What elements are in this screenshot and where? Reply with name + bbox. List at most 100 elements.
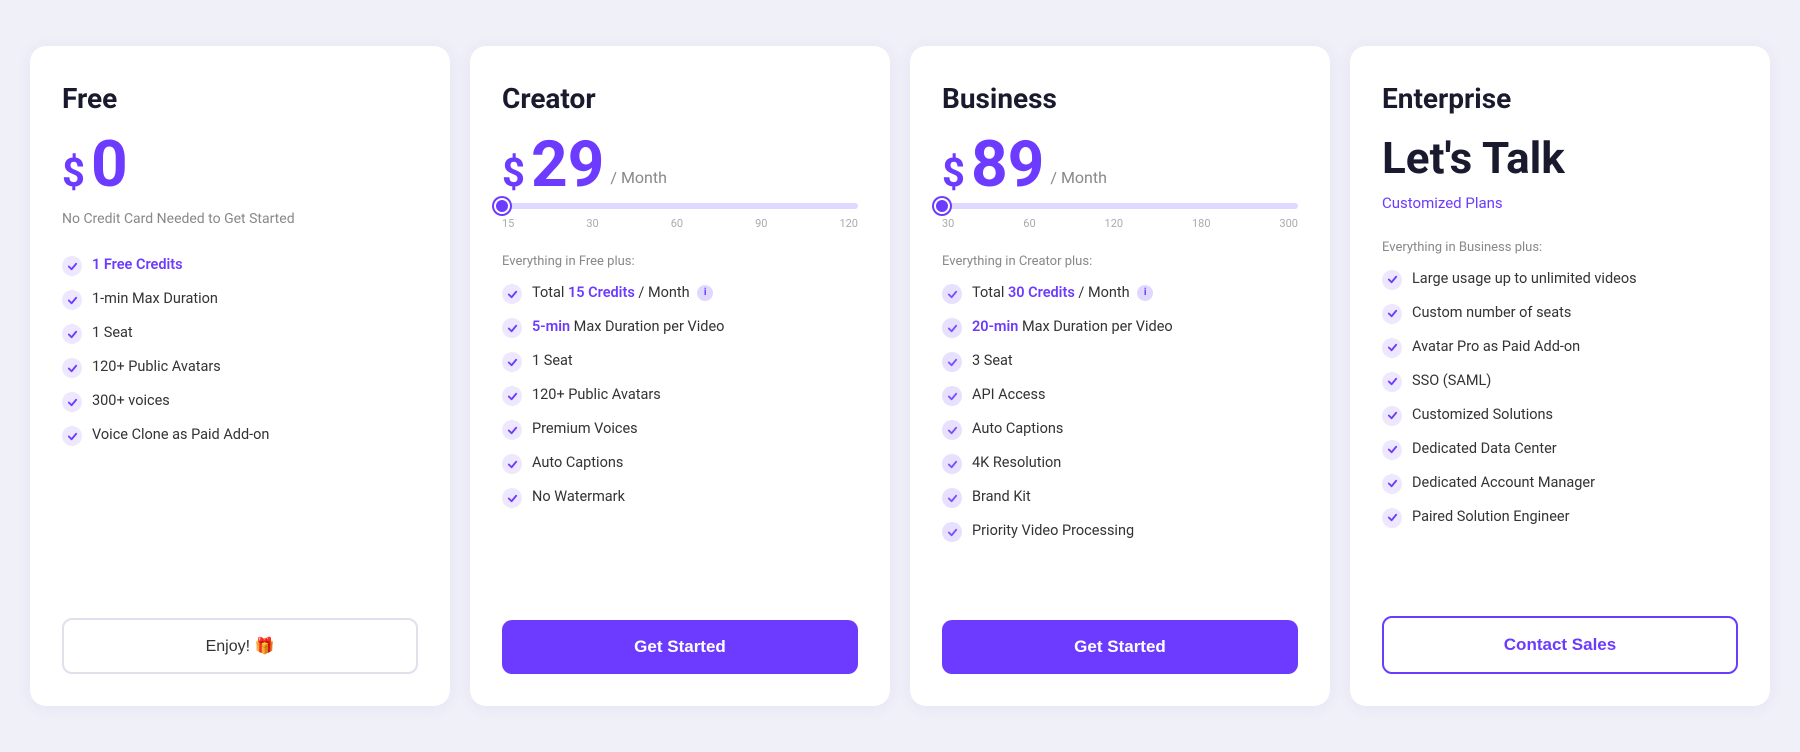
check-icon bbox=[942, 420, 962, 440]
business-slider-labels: 30 60 120 180 300 bbox=[942, 217, 1298, 230]
enterprise-section-label: Everything in Business plus: bbox=[1382, 240, 1738, 255]
creator-slider-labels: 15 30 60 90 120 bbox=[502, 217, 858, 230]
enterprise-feature-list: Large usage up to unlimited videos Custo… bbox=[1382, 269, 1738, 588]
business-slider-section: 30 60 120 180 300 bbox=[942, 203, 1298, 230]
check-icon bbox=[502, 352, 522, 372]
business-feature-1: Total 30 Credits / Month i bbox=[942, 283, 1298, 304]
enterprise-feature-4: SSO (SAML) bbox=[1382, 371, 1738, 392]
enterprise-title: Enterprise bbox=[1382, 82, 1738, 115]
check-icon bbox=[502, 454, 522, 474]
check-icon bbox=[942, 522, 962, 542]
free-price-note: No Credit Card Needed to Get Started bbox=[62, 211, 418, 227]
business-price-dollar: $ bbox=[942, 149, 965, 197]
enterprise-contact-sales-button[interactable]: Contact Sales bbox=[1382, 616, 1738, 674]
business-feature-3: 3 Seat bbox=[942, 351, 1298, 372]
check-icon bbox=[502, 420, 522, 440]
free-feature-1: 1 Free Credits bbox=[62, 255, 418, 276]
free-title: Free bbox=[62, 82, 418, 115]
check-icon bbox=[62, 426, 82, 446]
creator-feature-4: 120+ Public Avatars bbox=[502, 385, 858, 406]
enterprise-feature-3: Avatar Pro as Paid Add-on bbox=[1382, 337, 1738, 358]
check-icon bbox=[502, 318, 522, 338]
check-icon bbox=[1382, 440, 1402, 460]
free-feature-5: 300+ voices bbox=[62, 391, 418, 412]
enterprise-feature-1: Large usage up to unlimited videos bbox=[1382, 269, 1738, 290]
free-feature-list: 1 Free Credits 1-min Max Duration 1 Seat… bbox=[62, 255, 418, 525]
check-icon bbox=[1382, 270, 1402, 290]
free-enjoy-button[interactable]: Enjoy! 🎁 bbox=[62, 618, 418, 674]
creator-slider-track[interactable] bbox=[502, 203, 858, 209]
creator-feature-5: Premium Voices bbox=[502, 419, 858, 440]
free-price-dollar: $ bbox=[62, 149, 85, 197]
business-price-number: 89 bbox=[971, 133, 1044, 197]
creator-section-label: Everything in Free plus: bbox=[502, 254, 858, 269]
creator-feature-7: No Watermark bbox=[502, 487, 858, 508]
pricing-container: Free $ 0 No Credit Card Needed to Get St… bbox=[20, 46, 1780, 706]
creator-price-row: $ 29 / Month bbox=[502, 133, 858, 197]
check-icon bbox=[502, 386, 522, 406]
check-icon bbox=[1382, 474, 1402, 494]
creator-get-started-button[interactable]: Get Started bbox=[502, 620, 858, 674]
free-feature-4: 120+ Public Avatars bbox=[62, 357, 418, 378]
check-icon bbox=[62, 324, 82, 344]
creator-card: Creator $ 29 / Month 15 30 60 90 120 Eve… bbox=[470, 46, 890, 706]
creator-price-dollar: $ bbox=[502, 149, 525, 197]
business-feature-4: API Access bbox=[942, 385, 1298, 406]
creator-feature-3: 1 Seat bbox=[502, 351, 858, 372]
check-icon bbox=[62, 392, 82, 412]
creator-feature-6: Auto Captions bbox=[502, 453, 858, 474]
enterprise-card: Enterprise Let's Talk Customized Plans E… bbox=[1350, 46, 1770, 706]
business-feature-2: 20-min Max Duration per Video bbox=[942, 317, 1298, 338]
business-slider-track[interactable] bbox=[942, 203, 1298, 209]
check-icon bbox=[942, 386, 962, 406]
free-feature-3: 1 Seat bbox=[62, 323, 418, 344]
business-card: Business $ 89 / Month 30 60 120 180 300 … bbox=[910, 46, 1330, 706]
check-icon bbox=[942, 454, 962, 474]
check-icon bbox=[62, 290, 82, 310]
check-icon bbox=[62, 256, 82, 276]
creator-slider-thumb[interactable] bbox=[494, 198, 510, 214]
creator-price-period: / Month bbox=[610, 168, 667, 187]
enterprise-lets-talk: Let's Talk bbox=[1382, 133, 1738, 184]
creator-feature-2: 5-min Max Duration per Video bbox=[502, 317, 858, 338]
check-icon bbox=[942, 352, 962, 372]
check-icon bbox=[942, 318, 962, 338]
business-section-label: Everything in Creator plus: bbox=[942, 254, 1298, 269]
business-title: Business bbox=[942, 82, 1298, 115]
check-icon bbox=[502, 488, 522, 508]
check-icon bbox=[942, 488, 962, 508]
creator-feature-list: Total 15 Credits / Month i 5-min Max Dur… bbox=[502, 283, 858, 592]
enterprise-feature-6: Dedicated Data Center bbox=[1382, 439, 1738, 460]
business-feature-6: 4K Resolution bbox=[942, 453, 1298, 474]
creator-title: Creator bbox=[502, 82, 858, 115]
free-price-number: 0 bbox=[91, 133, 128, 197]
check-icon bbox=[1382, 508, 1402, 528]
business-credits-info-icon[interactable]: i bbox=[1137, 285, 1153, 301]
check-icon bbox=[502, 284, 522, 304]
free-feature-6: Voice Clone as Paid Add-on bbox=[62, 425, 418, 446]
business-feature-list: Total 30 Credits / Month i 20-min Max Du… bbox=[942, 283, 1298, 592]
check-icon bbox=[62, 358, 82, 378]
business-feature-7: Brand Kit bbox=[942, 487, 1298, 508]
check-icon bbox=[942, 284, 962, 304]
free-card: Free $ 0 No Credit Card Needed to Get St… bbox=[30, 46, 450, 706]
free-price-row: $ 0 bbox=[62, 133, 418, 197]
credits-info-icon[interactable]: i bbox=[697, 285, 713, 301]
business-slider-thumb[interactable] bbox=[934, 198, 950, 214]
business-price-row: $ 89 / Month bbox=[942, 133, 1298, 197]
enterprise-feature-5: Customized Solutions bbox=[1382, 405, 1738, 426]
creator-slider-section: 15 30 60 90 120 bbox=[502, 203, 858, 230]
check-icon bbox=[1382, 406, 1402, 426]
business-price-period: / Month bbox=[1050, 168, 1107, 187]
business-get-started-button[interactable]: Get Started bbox=[942, 620, 1298, 674]
business-feature-5: Auto Captions bbox=[942, 419, 1298, 440]
check-icon bbox=[1382, 338, 1402, 358]
creator-feature-1: Total 15 Credits / Month i bbox=[502, 283, 858, 304]
check-icon bbox=[1382, 304, 1402, 324]
business-feature-8: Priority Video Processing bbox=[942, 521, 1298, 542]
free-feature-2: 1-min Max Duration bbox=[62, 289, 418, 310]
creator-price-number: 29 bbox=[531, 133, 604, 197]
enterprise-customized-plans: Customized Plans bbox=[1382, 194, 1738, 212]
enterprise-feature-7: Dedicated Account Manager bbox=[1382, 473, 1738, 494]
enterprise-feature-2: Custom number of seats bbox=[1382, 303, 1738, 324]
